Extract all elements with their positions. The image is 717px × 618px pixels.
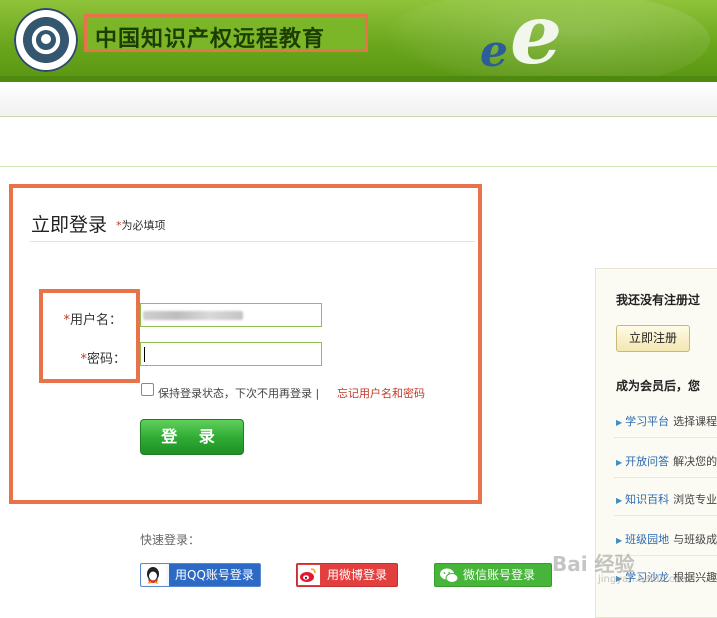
- qq-login-button[interactable]: 用QQ账号登录: [140, 563, 261, 587]
- benefit-name[interactable]: 学习平台: [625, 415, 669, 428]
- benefit-item[interactable]: ▶ 班级园地 与班级成: [616, 531, 717, 547]
- quick-login-title: 快速登录：: [140, 533, 201, 547]
- baidu-watermark: Bai 经验: [552, 552, 635, 576]
- required-note: *为必填项: [116, 217, 166, 233]
- password-label: *密码：: [56, 348, 126, 367]
- qq-icon: [142, 565, 166, 585]
- benefit-name[interactable]: 知识百科: [625, 493, 669, 506]
- remember-label: 保持登录状态，下次不用再登录 |: [158, 387, 320, 400]
- password-input[interactable]: [140, 342, 322, 366]
- wechat-login-label: 微信账号登录: [463, 568, 536, 582]
- nav-bar: [0, 82, 717, 117]
- username-label-text: 用户名：: [69, 313, 122, 328]
- e-learning-logo: e e: [470, 0, 590, 82]
- username-input[interactable]: [140, 303, 322, 327]
- labels-highlight: [39, 289, 140, 383]
- remember-checkbox[interactable]: [141, 383, 154, 396]
- site-title-highlight: 中国知识产权远程教育: [84, 14, 368, 52]
- benefit-item[interactable]: ▶ 知识百科 浏览专业: [616, 491, 717, 507]
- benefit-desc: 浏览专业: [673, 493, 717, 506]
- benefit-desc: 选择课程: [673, 415, 717, 428]
- forgot-credentials-link[interactable]: 忘记用户名和密码: [337, 385, 425, 401]
- username-value-redacted: [143, 311, 243, 320]
- wechat-icon: [439, 567, 459, 591]
- member-benefits-heading: 成为会员后，您: [616, 379, 701, 393]
- site-logo[interactable]: [14, 8, 78, 72]
- e-small-glyph: e: [480, 26, 508, 77]
- required-note-text: 为必填项: [121, 219, 166, 232]
- register-button[interactable]: 立即注册: [616, 325, 690, 352]
- qq-login-label: 用QQ账号登录: [169, 564, 260, 586]
- weibo-login-label: 用微博登录: [327, 568, 388, 582]
- benefit-name[interactable]: 班级园地: [625, 533, 669, 546]
- benefit-desc: 与班级成: [673, 533, 717, 546]
- logo-emblem-icon: [36, 30, 56, 50]
- triangle-bullet-icon: ▶: [616, 496, 623, 505]
- username-label: *用户名：: [52, 309, 122, 328]
- benefit-divider: [614, 477, 717, 478]
- wechat-login-button[interactable]: 微信账号登录: [434, 563, 552, 587]
- login-button[interactable]: 登 录: [140, 419, 244, 455]
- benefit-name[interactable]: 开放问答: [625, 455, 669, 468]
- triangle-bullet-icon: ▶: [616, 458, 623, 467]
- e-big-glyph: e: [510, 0, 563, 82]
- weibo-login-button[interactable]: 用微博登录: [296, 563, 398, 587]
- benefit-divider: [614, 515, 717, 516]
- password-label-text: 密码：: [86, 352, 126, 367]
- benefit-item[interactable]: ▶ 学习平台 选择课程: [616, 413, 717, 429]
- site-header: 中国知识产权远程教育 e e: [0, 0, 717, 82]
- not-registered-heading: 我还没有注册过: [616, 293, 701, 307]
- login-divider: [30, 241, 475, 242]
- text-caret: [144, 347, 145, 362]
- site-title: 中国知识产权远程教育: [95, 27, 326, 52]
- login-title: 立即登录: [31, 214, 108, 236]
- content-divider: [0, 166, 717, 167]
- benefit-item[interactable]: ▶ 开放问答 解决您的: [616, 453, 717, 469]
- triangle-bullet-icon: ▶: [616, 418, 623, 427]
- baidu-watermark-url: jingyan.baidu.com: [598, 574, 691, 585]
- benefit-divider: [614, 437, 717, 438]
- weibo-icon: [298, 565, 320, 585]
- benefit-desc: 解决您的: [673, 455, 717, 468]
- triangle-bullet-icon: ▶: [616, 536, 623, 545]
